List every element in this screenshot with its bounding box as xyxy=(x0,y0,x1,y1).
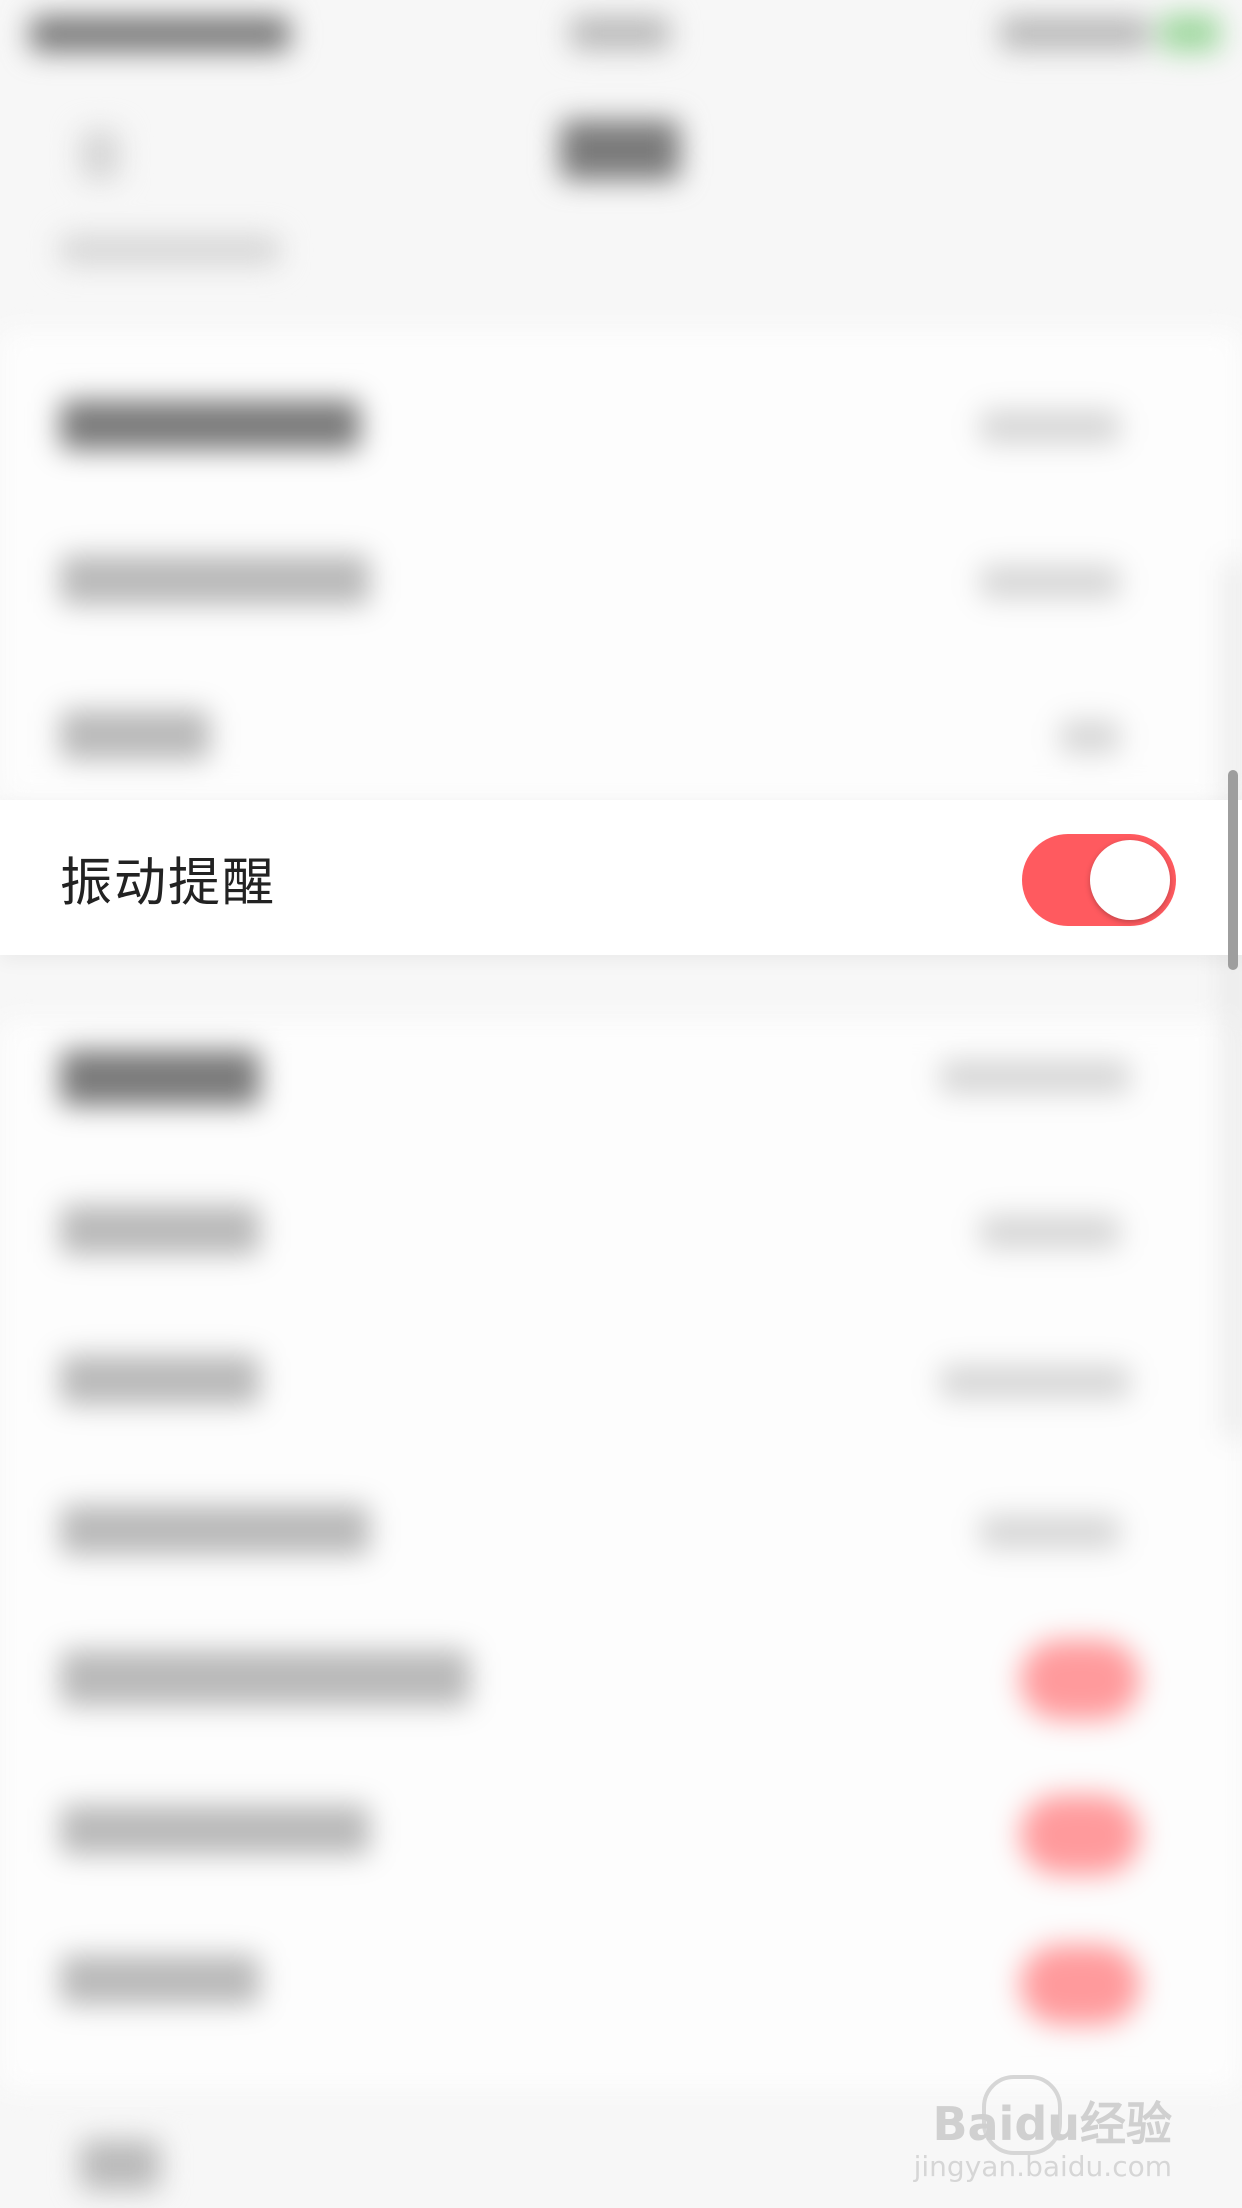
blurred-background xyxy=(0,0,1242,2208)
vibration-setting-label: 振动提醒 xyxy=(60,853,277,913)
vibration-setting-row: 振动提醒 xyxy=(0,800,1242,955)
scrollbar-thumb[interactable] xyxy=(1228,770,1238,970)
watermark-brand: Baidu经验 xyxy=(932,2097,1172,2151)
vibration-toggle[interactable] xyxy=(1022,834,1176,926)
watermark-url: jingyan.baidu.com xyxy=(913,2150,1172,2183)
toggle-knob xyxy=(1090,840,1170,920)
